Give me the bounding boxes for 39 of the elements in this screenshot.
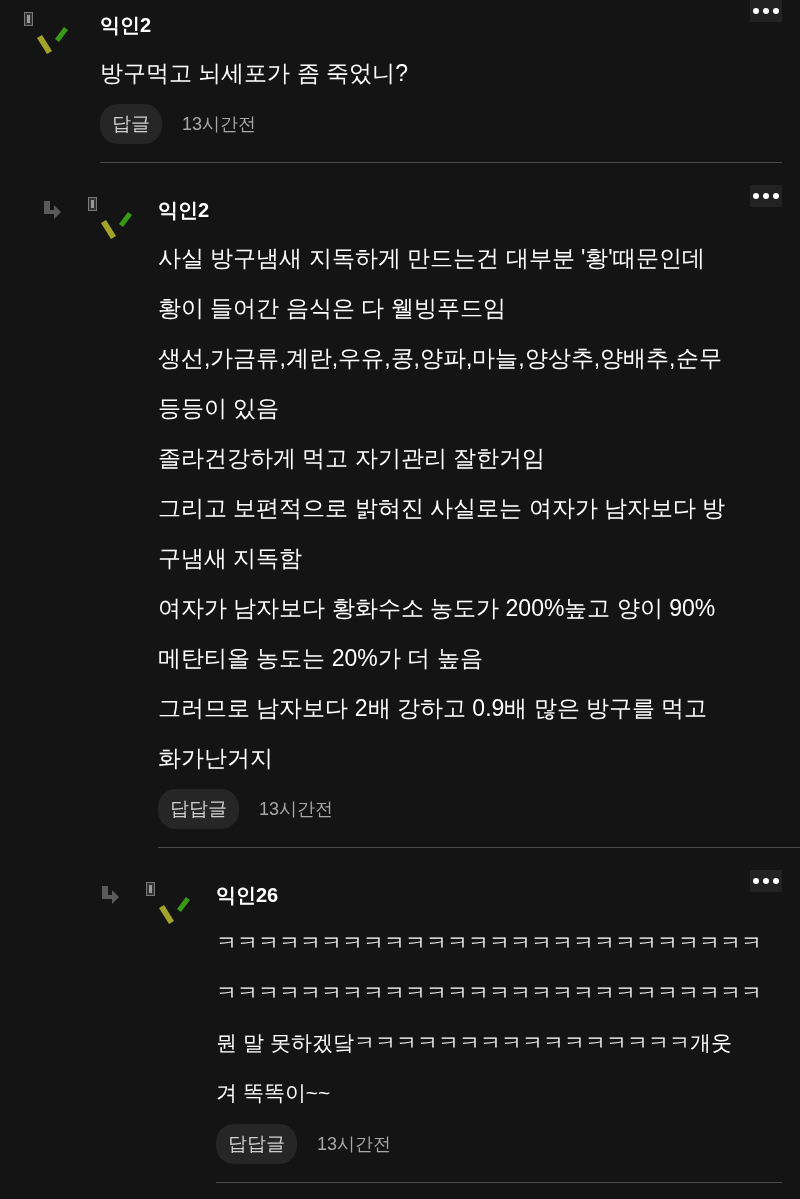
avatar-icon bbox=[157, 896, 191, 926]
reply-button[interactable]: 답글 bbox=[100, 104, 162, 144]
more-button[interactable] bbox=[750, 185, 782, 207]
comment-text: 황이 들어간 음식은 다 웰빙푸드임 bbox=[158, 294, 506, 323]
more-icon bbox=[753, 193, 779, 199]
timestamp: 13시간전 bbox=[259, 798, 334, 821]
more-button[interactable] bbox=[750, 870, 782, 892]
comment-text: 화가난거지 bbox=[158, 744, 273, 773]
image-icon bbox=[24, 12, 33, 26]
author-name: 익인2 bbox=[100, 13, 152, 38]
author-name: 익인2 bbox=[158, 198, 210, 223]
image-icon bbox=[88, 197, 97, 211]
more-button[interactable] bbox=[750, 0, 782, 22]
comment-text: ㅋㅋㅋㅋㅋㅋㅋㅋㅋㅋㅋㅋㅋㅋㅋㅋㅋㅋㅋㅋㅋㅋㅋㅋㅋㅋ bbox=[216, 980, 762, 1006]
comment-text: 생선,가금류,계란,우유,콩,양파,마늘,양상추,양배추,순무 bbox=[158, 344, 722, 373]
comment-text: 메탄티올 농도는 20%가 더 높음 bbox=[158, 644, 483, 673]
comment-text: 겨 똑똑이~~ bbox=[216, 1080, 331, 1106]
comment-text: 사실 방구냄새 지독하게 만드는건 대부분 '황'때문인데 bbox=[158, 244, 705, 273]
reply-arrow-icon bbox=[42, 201, 62, 219]
author-name: 익인26 bbox=[216, 883, 279, 908]
comment-text: 방구먹고 뇌세포가 좀 죽었니? bbox=[100, 59, 408, 88]
comment-text: 그리고 보편적으로 밝혀진 사실로는 여자가 남자보다 방 bbox=[158, 494, 726, 523]
comment-text: 구냄새 지독함 bbox=[158, 544, 303, 573]
timestamp: 13시간전 bbox=[182, 113, 257, 136]
comment-text: ㅋㅋㅋㅋㅋㅋㅋㅋㅋㅋㅋㅋㅋㅋㅋㅋㅋㅋㅋㅋㅋㅋㅋㅋㅋㅋ bbox=[216, 930, 762, 956]
image-icon bbox=[146, 882, 155, 896]
comment-text: 뭔 말 못하겠닼ㅋㅋㅋㅋㅋㅋㅋㅋㅋㅋㅋㅋㅋㅋㅋㅋ개웃 bbox=[216, 1030, 732, 1056]
reply-arrow-icon bbox=[100, 886, 120, 904]
comment-text: 졸라건강하게 먹고 자기관리 잘한거임 bbox=[158, 444, 546, 473]
reply-button[interactable]: 답답글 bbox=[216, 1124, 297, 1164]
comment-text: 여자가 남자보다 황화수소 농도가 200%높고 양이 90% bbox=[158, 594, 716, 623]
avatar-icon bbox=[99, 211, 133, 241]
comment-text: 그러므로 남자보다 2배 강하고 0.9배 많은 방구를 먹고 bbox=[158, 694, 708, 723]
comment-text: 등등이 있음 bbox=[158, 394, 280, 423]
avatar-icon bbox=[35, 26, 69, 56]
timestamp: 13시간전 bbox=[317, 1133, 392, 1156]
more-icon bbox=[753, 878, 779, 884]
more-icon bbox=[753, 8, 779, 14]
reply-button[interactable]: 답답글 bbox=[158, 789, 239, 829]
